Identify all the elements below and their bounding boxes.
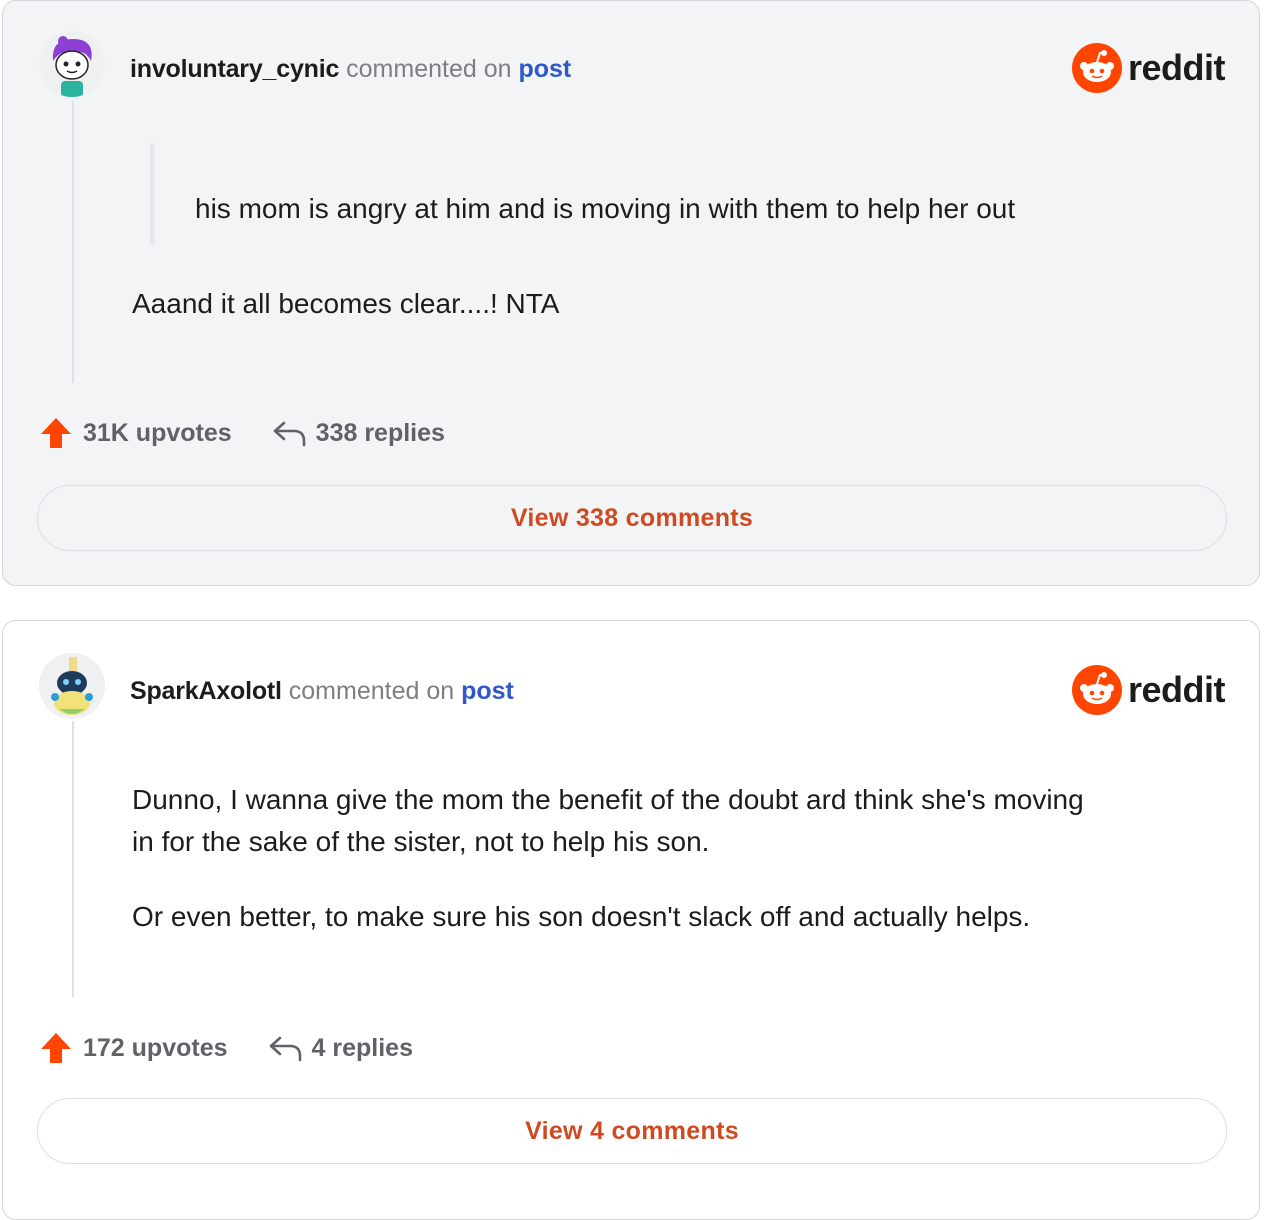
commented-on-text: commented on (288, 677, 455, 705)
robot-axolotl-avatar-icon (39, 653, 105, 719)
view-comments-button[interactable]: View 4 comments (37, 1098, 1227, 1164)
post-link[interactable]: post (461, 677, 514, 705)
comment-body-line: Dunno, I wanna give the mom the benefit … (132, 784, 1084, 815)
avatar[interactable] (39, 31, 105, 97)
upvote-arrow-icon (41, 1033, 71, 1063)
view-comments-button[interactable]: View 338 comments (37, 485, 1227, 551)
upvote-button[interactable]: 31K upvotes (39, 416, 232, 450)
upvote-button[interactable]: 172 upvotes (39, 1031, 228, 1065)
comment-body-line: in for the sake of the sister, not to he… (132, 826, 710, 857)
upvote-arrow-icon (41, 418, 71, 448)
avatar[interactable] (39, 653, 105, 719)
commented-on-text: commented on (346, 55, 512, 83)
quote-block: his mom is angry at him and is moving in… (150, 143, 1155, 245)
thread-line (72, 721, 74, 997)
replies-count: 338 replies (315, 418, 445, 447)
comment-actions: 172 upvotes 4 replies (39, 1028, 453, 1068)
username[interactable]: SparkAxolotl (130, 677, 282, 705)
comment-body: Aaand it all becomes clear....! NTA (132, 288, 560, 319)
comment-card: involuntary_cynic commented on post redd… (2, 0, 1260, 586)
comment-actions: 31K upvotes 338 replies (39, 413, 485, 453)
post-link[interactable]: post (518, 55, 571, 83)
upvote-count: 31K upvotes (83, 418, 232, 447)
replies-button[interactable]: 4 replies (268, 1034, 413, 1063)
reply-arrow-icon (273, 421, 305, 447)
comment-card: SparkAxolotl commented on post reddit Du… (2, 620, 1260, 1220)
reddit-logo[interactable]: reddit (1071, 41, 1226, 95)
username[interactable]: involuntary_cynic (130, 55, 339, 83)
reddit-logo[interactable]: reddit (1071, 663, 1226, 717)
comment-header: SparkAxolotl commented on post (130, 675, 514, 707)
reply-arrow-icon (269, 1036, 301, 1062)
logo-text: reddit (1127, 669, 1226, 710)
reddit-snoo-icon (1071, 43, 1122, 93)
reddit-snoo-icon (1071, 665, 1122, 715)
comment-body-line: Or even better, to make sure his son doe… (132, 901, 1031, 932)
thread-line (72, 101, 74, 383)
comment-header: involuntary_cynic commented on post (130, 53, 571, 85)
purple-hair-avatar-icon (39, 31, 105, 97)
replies-button[interactable]: 338 replies (272, 419, 445, 448)
logo-text: reddit (1127, 47, 1226, 88)
replies-count: 4 replies (311, 1033, 413, 1062)
quote-text: his mom is angry at him and is moving in… (195, 193, 1016, 224)
upvote-count: 172 upvotes (83, 1033, 228, 1062)
